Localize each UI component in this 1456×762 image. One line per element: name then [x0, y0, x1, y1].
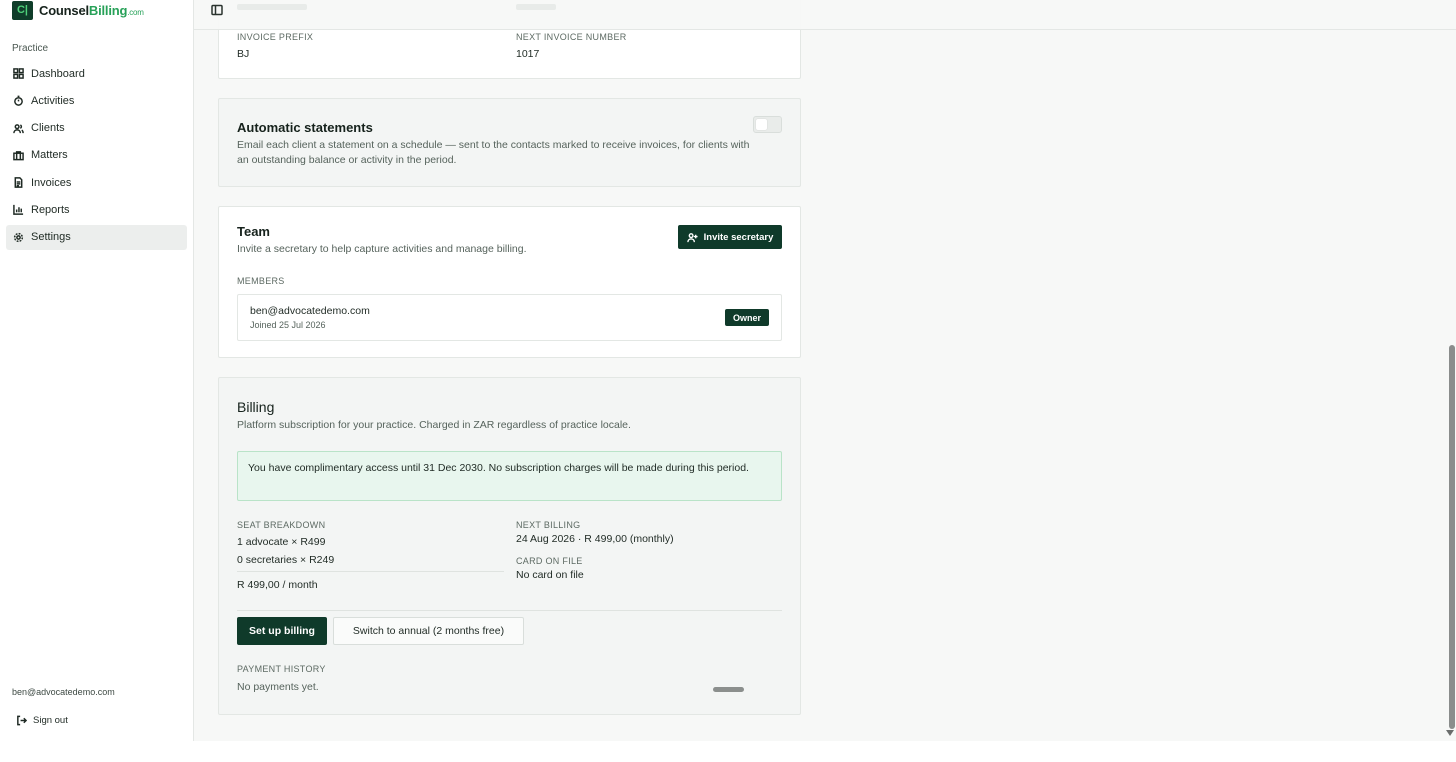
- invoice-prefix-value: BJ: [237, 48, 250, 60]
- member-joined: Joined 25 Jul 2026: [250, 320, 326, 330]
- file-text-icon: [14, 177, 23, 189]
- timer-icon: [14, 95, 23, 107]
- next-invoice-number-label: NEXT INVOICE NUMBER: [516, 32, 627, 42]
- sidebar-item-clients[interactable]: Clients: [6, 116, 187, 141]
- resize-handle[interactable]: [713, 687, 744, 692]
- member-email: ben@advocatedemo.com: [250, 305, 370, 317]
- payment-history-empty: No payments yet.: [237, 681, 319, 693]
- top-bar: [194, 0, 1456, 30]
- sidebar-item-label: Reports: [31, 203, 70, 216]
- sidebar-item-invoices[interactable]: Invoices: [6, 170, 187, 195]
- members-label: MEMBERS: [237, 276, 285, 286]
- bar-chart-icon: [13, 205, 24, 216]
- briefcase-icon: [13, 150, 24, 161]
- sidebar: C| CounselBilling.com Practice Dashboard…: [0, 0, 194, 741]
- statements-toggle[interactable]: [753, 116, 782, 133]
- sidebar-item-settings[interactable]: Settings: [6, 224, 187, 250]
- sidebar-item-matters[interactable]: Matters: [6, 143, 187, 168]
- invite-secretary-label: Invite secretary: [703, 231, 774, 243]
- brand-name: CounselBilling.com: [39, 3, 144, 18]
- switch-to-annual-button[interactable]: Switch to annual (2 months free): [333, 617, 524, 645]
- automatic-statements-card: Automatic statements Email each client a…: [218, 98, 801, 187]
- scrolled-content-ghost: [516, 4, 556, 10]
- set-up-billing-button[interactable]: Set up billing: [237, 617, 327, 645]
- grid-icon: [13, 68, 24, 79]
- billing-subtitle: Platform subscription for your practice.…: [237, 419, 631, 431]
- billing-title: Billing: [237, 399, 275, 415]
- card-on-file-label: CARD ON FILE: [516, 556, 583, 566]
- seat-total: R 499,00 / month: [237, 579, 318, 591]
- billing-card: Billing Platform subscription for your p…: [218, 377, 801, 715]
- sidebar-item-label: Settings: [31, 231, 71, 244]
- seat-breakdown-label: SEAT BREAKDOWN: [237, 520, 326, 530]
- sidebar-item-dashboard[interactable]: Dashboard: [6, 61, 187, 86]
- brand-name-accent: Billing: [88, 2, 128, 18]
- team-subtitle: Invite a secretary to help capture activ…: [237, 243, 527, 255]
- billing-divider: [237, 610, 782, 611]
- team-card: Team Invite a secretary to help capture …: [218, 206, 801, 358]
- sidebar-item-label: Invoices: [31, 176, 72, 189]
- card-on-file-value: No card on file: [516, 569, 584, 581]
- sidebar-toggle-button[interactable]: [211, 3, 223, 16]
- sidebar-section-label: Practice: [12, 43, 49, 54]
- panel-left-icon: [211, 4, 223, 16]
- sign-out-label: Sign out: [33, 715, 68, 726]
- next-invoice-number-value: 1017: [516, 48, 540, 60]
- team-title: Team: [237, 224, 270, 239]
- seat-divider: [237, 571, 504, 572]
- complimentary-access-notice: You have complimentary access until 31 D…: [237, 451, 782, 501]
- main-content: INVOICE PREFIX BJ NEXT INVOICE NUMBER 10…: [194, 0, 1456, 741]
- sidebar-item-label: Clients: [31, 122, 65, 135]
- sidebar-item-activities[interactable]: Activities: [6, 88, 187, 113]
- payment-history-label: PAYMENT HISTORY: [237, 664, 326, 674]
- member-role-badge: Owner: [724, 309, 769, 326]
- sidebar-item-reports[interactable]: Reports: [6, 197, 187, 222]
- statements-title: Automatic statements: [237, 120, 373, 135]
- seat-line-secretaries: 0 secretaries × R249: [237, 554, 335, 566]
- gear-icon: [13, 232, 24, 242]
- brand-name-domain: .com: [127, 7, 144, 17]
- statements-description: Email each client a statement on a sched…: [237, 139, 750, 166]
- sign-out-button[interactable]: Sign out: [16, 715, 68, 726]
- sidebar-item-label: Matters: [31, 149, 68, 162]
- user-email: ben@advocatedemo.com: [12, 687, 115, 697]
- brand[interactable]: C| CounselBilling.com: [12, 0, 144, 20]
- users-icon: [13, 123, 24, 133]
- log-out-icon: [17, 715, 27, 726]
- member-row: ben@advocatedemo.com Joined 25 Jul 2026 …: [237, 294, 782, 341]
- sidebar-item-label: Activities: [31, 94, 75, 107]
- next-billing-label: NEXT BILLING: [516, 520, 581, 530]
- seat-line-advocates: 1 advocate × R499: [237, 536, 326, 548]
- scroll-down-arrow-icon[interactable]: [1446, 730, 1454, 736]
- scrolled-content-ghost: [237, 4, 307, 10]
- user-plus-icon: [686, 232, 698, 242]
- brand-name-main: Counsel: [39, 2, 89, 18]
- next-billing-value: 24 Aug 2026 · R 499,00 (monthly): [516, 533, 674, 545]
- sidebar-nav: Dashboard Activities Clients Matters Inv…: [6, 61, 187, 252]
- sidebar-item-label: Dashboard: [31, 67, 85, 80]
- invoice-prefix-label: INVOICE PREFIX: [237, 32, 314, 42]
- scrollbar-thumb[interactable]: [1449, 345, 1455, 729]
- app-shell: C| CounselBilling.com Practice Dashboard…: [0, 0, 1456, 741]
- brand-logo: C|: [12, 0, 33, 20]
- invite-secretary-button[interactable]: Invite secretary: [678, 225, 782, 249]
